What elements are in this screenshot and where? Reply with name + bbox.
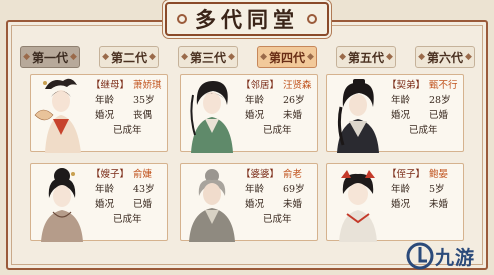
age-label: 年龄 (391, 95, 411, 106)
age-label: 年龄 (95, 184, 115, 195)
watermark-text: 九游 (435, 246, 476, 269)
member-name: 萧娇琪 (133, 80, 162, 91)
marital-label: 婚况 (391, 110, 411, 121)
title-banner: 多代同堂 (165, 2, 329, 36)
marital-label: 婚况 (245, 199, 265, 210)
tab-generation-5[interactable]: ◆ 第五代 ◆ (336, 46, 396, 68)
age-label: 年龄 (245, 95, 265, 106)
member-card[interactable]: 【继母】 萧娇琪 年龄 35岁 婚况 丧偶 已成年 (30, 74, 168, 153)
watermark: 九游 (405, 240, 491, 272)
marital-value: 已婚 (429, 110, 449, 121)
marital-value: 丧偶 (133, 110, 153, 121)
tab-generation-6[interactable]: ◆ 第六代 ◆ (415, 46, 475, 68)
age-value: 28岁 (429, 95, 451, 106)
member-name: 鲍晏 (429, 169, 449, 180)
member-card[interactable]: 【契弟】 甄不行 年龄 28岁 婚况 已婚 已成年 (326, 74, 464, 153)
age-label: 年龄 (95, 95, 115, 106)
marital-value: 已婚 (133, 199, 153, 210)
age-value: 69岁 (283, 184, 305, 195)
nine-game-logo-icon (406, 242, 434, 270)
ornament-icon (177, 14, 187, 24)
adult-status: 已成年 (263, 214, 292, 225)
lady-portrait (31, 164, 93, 242)
generation-tabs: ◆ 第一代 ◆ ◆ 第二代 ◆ ◆ 第三代 ◆ ◆ 第四代 ◆ ◆ 第五代 ◆ ◆ 第六代 ◆ (20, 46, 475, 68)
adult-status: 已成年 (263, 125, 292, 136)
age-value: 5岁 (429, 184, 445, 195)
member-name: 汪贤森 (283, 80, 312, 91)
member-name: 甄不行 (429, 80, 458, 91)
role-label: 【侄子】 (387, 169, 426, 180)
tab-generation-4[interactable]: ◆ 第四代 ◆ (257, 46, 317, 68)
member-card[interactable]: 【侄子】 鲍晏 年龄 5岁 婚况 未婚 (326, 163, 464, 242)
adult-status: 已成年 (113, 125, 142, 136)
marital-label: 婚况 (245, 110, 265, 121)
member-card[interactable]: 【婆婆】 俞老 年龄 69岁 婚况 未婚 已成年 (180, 163, 318, 242)
tab-generation-3[interactable]: ◆ 第三代 ◆ (178, 46, 238, 68)
member-card[interactable]: 【嫂子】 俞婕 年龄 43岁 婚况 已婚 已成年 (30, 163, 168, 242)
marital-value: 未婚 (429, 199, 449, 210)
adult-status: 已成年 (409, 125, 438, 136)
role-label: 【邻居】 (241, 80, 280, 91)
page-title: 多代同堂 (195, 7, 299, 32)
marital-value: 未婚 (283, 199, 303, 210)
marital-label: 婚况 (391, 199, 411, 210)
adult-status (387, 212, 463, 227)
tab-generation-1[interactable]: ◆ 第一代 ◆ (20, 46, 80, 68)
young-man-portrait (181, 75, 243, 153)
role-label: 【继母】 (91, 80, 130, 91)
marital-value: 未婚 (283, 110, 303, 121)
old-woman-portrait (181, 164, 243, 242)
role-label: 【契弟】 (387, 80, 426, 91)
role-label: 【婆婆】 (241, 169, 280, 180)
scholar-man-portrait (327, 75, 389, 153)
member-card[interactable]: 【邻居】 汪贤森 年龄 26岁 婚况 未婚 已成年 (180, 74, 318, 153)
adult-status: 已成年 (113, 214, 142, 225)
child-portrait (327, 164, 389, 242)
ornament-icon (307, 14, 317, 24)
member-name: 俞老 (283, 169, 303, 180)
tab-generation-2[interactable]: ◆ 第二代 ◆ (99, 46, 159, 68)
marital-label: 婚况 (95, 110, 115, 121)
woman-fan-portrait (31, 75, 93, 153)
age-value: 35岁 (133, 95, 155, 106)
age-label: 年龄 (245, 184, 265, 195)
marital-label: 婚况 (95, 199, 115, 210)
age-value: 26岁 (283, 95, 305, 106)
age-value: 43岁 (133, 184, 155, 195)
role-label: 【嫂子】 (91, 169, 130, 180)
age-label: 年龄 (391, 184, 411, 195)
member-name: 俞婕 (133, 169, 153, 180)
